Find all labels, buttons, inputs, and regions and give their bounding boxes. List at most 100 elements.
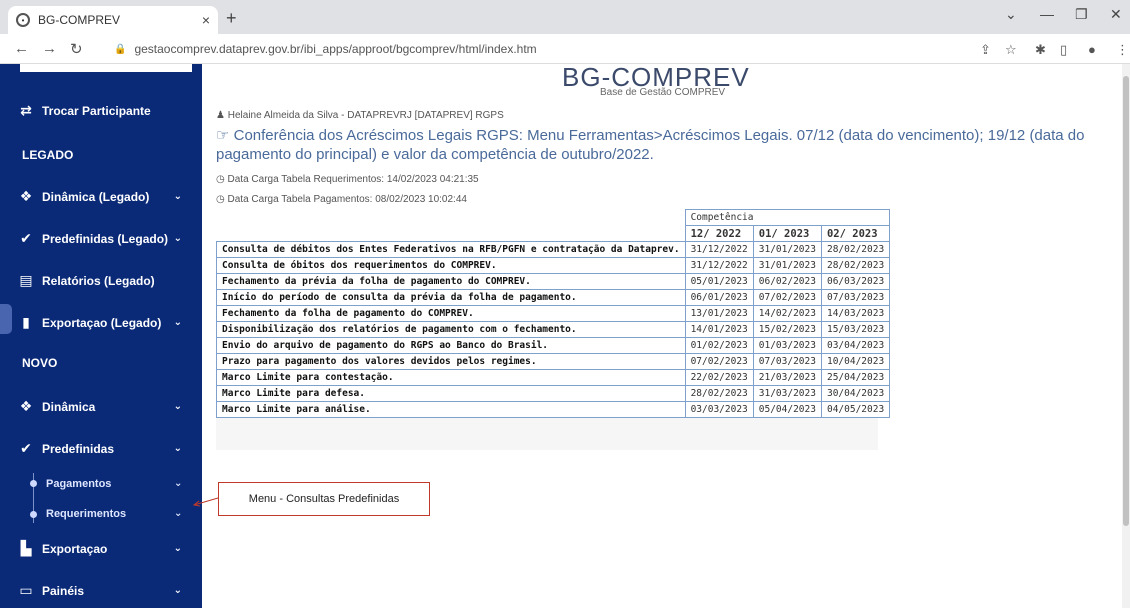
- date-cell: 31/03/2023: [752, 385, 822, 402]
- scrollbar[interactable]: [1122, 64, 1130, 608]
- sidebar-section-legado: LEGADO: [22, 148, 74, 162]
- check-icon: ✔: [20, 440, 32, 456]
- notice-text: Conferência dos Acréscimos Legais RGPS: …: [216, 127, 1085, 163]
- sidebar-item-predefinidas-legado[interactable]: ✔ Predefinidas (Legado) ⌄: [16, 230, 196, 247]
- menu-kebab-icon[interactable]: ⋮: [1116, 42, 1129, 58]
- sidebar-item-label: Predefinidas (Legado): [42, 231, 169, 246]
- browser-tab[interactable]: • BG-COMPREV ×: [8, 6, 218, 34]
- date-cell: 30/04/2023: [820, 385, 891, 402]
- extensions-icon[interactable]: ✱: [1035, 42, 1046, 58]
- row-description: Envio do arquivo de pagamento do RGPS ao…: [216, 337, 686, 354]
- date-cell: 06/03/2023: [820, 273, 891, 290]
- globe-icon: •: [16, 13, 30, 27]
- table-header-row: Competência: [217, 209, 891, 226]
- table-row: Fechamento da prévia da folha de pagamen…: [216, 273, 891, 290]
- table-row: Envio do arquivo de pagamento do RGPS ao…: [216, 337, 891, 354]
- profile-icon[interactable]: ●: [1088, 42, 1096, 57]
- date-cell: 28/02/2023: [820, 257, 891, 274]
- close-window-icon[interactable]: ✕: [1110, 6, 1122, 23]
- sidebar-item-label: Dinâmica: [42, 399, 96, 414]
- date-cell: 01/02/2023: [684, 337, 754, 354]
- month-header: 12/ 2022: [684, 225, 754, 242]
- check-icon: ✔: [20, 230, 32, 246]
- date-cell: 07/03/2023: [752, 353, 822, 370]
- chevron-down-icon: ⌄: [173, 443, 182, 454]
- new-tab-button[interactable]: +: [226, 8, 237, 29]
- user-name: Helaine Almeida da Silva - DATAPREVRJ [D…: [227, 110, 504, 121]
- sidebar-collapse-handle[interactable]: [0, 304, 12, 334]
- address-bar-row: ← → ↻ 🔒 gestaocomprev.dataprev.gov.br/ib…: [0, 34, 1130, 64]
- row-description: Marco Limite para contestação.: [216, 369, 686, 386]
- url-field[interactable]: 🔒 gestaocomprev.dataprev.gov.br/ibi_apps…: [100, 37, 1100, 61]
- user-icon: ♟: [216, 110, 228, 121]
- date-cell: 05/04/2023: [752, 401, 822, 418]
- scrollbar-thumb[interactable]: [1123, 76, 1129, 526]
- date-cell: 31/01/2023: [752, 257, 822, 274]
- chevron-down-icon: ⌄: [173, 543, 182, 554]
- sidebar-item-exportacao-legado[interactable]: ▮ Exportaçao (Legado) ⌄: [16, 314, 196, 331]
- chevron-down-icon: ⌄: [173, 233, 182, 244]
- date-cell: 10/04/2023: [820, 353, 891, 370]
- chevron-down-icon: ⌄: [173, 191, 182, 202]
- carga-pagamentos: ◷ Data Carga Tabela Pagamentos: 08/02/20…: [216, 194, 467, 205]
- chevron-down-icon[interactable]: ⌄: [1005, 6, 1017, 23]
- reload-icon[interactable]: ↻: [70, 40, 83, 58]
- sidebar-item-dinamica-legado[interactable]: ❖ Dinâmica (Legado) ⌄: [16, 188, 196, 205]
- brand-subtitle: Base de Gestão COMPREV: [600, 87, 726, 98]
- callout-box: Menu - Consultas Predefinidas: [218, 482, 430, 516]
- back-icon[interactable]: ←: [14, 40, 29, 57]
- sidebar-item-paineis[interactable]: ▭ Painéis ⌄: [16, 582, 196, 599]
- date-cell: 14/01/2023: [684, 321, 754, 338]
- table-row: Disponibilização dos relatórios de pagam…: [216, 321, 891, 338]
- date-cell: 06/01/2023: [684, 289, 754, 306]
- sidebar-item-predefinidas[interactable]: ✔ Predefinidas ⌄: [16, 440, 196, 457]
- date-cell: 07/03/2023: [820, 289, 891, 306]
- calendar-table: Competência 12/ 2022 01/ 2023 02/ 2023 C…: [216, 209, 891, 418]
- sidebar-search-field[interactable]: [20, 64, 192, 72]
- star-icon[interactable]: ☆: [1005, 42, 1017, 58]
- sidebar-item-trocar-participante[interactable]: ⇄ Trocar Participante: [16, 102, 196, 119]
- sidebar-item-dinamica[interactable]: ❖ Dinâmica ⌄: [16, 398, 196, 415]
- user-line: ♟ Helaine Almeida da Silva - DATAPREVRJ …: [216, 110, 504, 121]
- restore-icon[interactable]: ❐: [1075, 6, 1088, 23]
- chevron-down-icon: ⌄: [173, 317, 182, 328]
- close-icon[interactable]: ×: [202, 12, 210, 28]
- date-cell: 07/02/2023: [752, 289, 822, 306]
- sidebar-item-label: Exportaçao: [42, 541, 108, 556]
- date-cell: 03/04/2023: [820, 337, 891, 354]
- carga-pagamentos-text: Data Carga Tabela Pagamentos: 08/02/2023…: [227, 194, 467, 205]
- chevron-down-icon: ⌄: [174, 478, 183, 489]
- date-cell: 03/03/2023: [684, 401, 754, 418]
- file-icon: ▙: [20, 540, 32, 556]
- share-icon[interactable]: ⇪: [980, 42, 991, 58]
- main-content: BG-COMPREV Base de Gestão COMPREV ♟ Hela…: [202, 62, 1122, 608]
- carga-requerimentos: ◷ Data Carga Tabela Requerimentos: 14/02…: [216, 174, 479, 185]
- clock-icon: ◷: [216, 194, 228, 205]
- row-description: Marco Limite para análise.: [216, 401, 686, 418]
- sidebar-subitem-label: Requerimentos: [46, 508, 127, 520]
- sidebar-item-exportacao[interactable]: ▙ Exportaçao ⌄: [16, 540, 196, 557]
- date-cell: 28/02/2023: [684, 385, 754, 402]
- date-cell: 14/02/2023: [752, 305, 822, 322]
- minimize-icon[interactable]: —: [1040, 6, 1054, 22]
- sidepanel-icon[interactable]: ▯: [1060, 42, 1067, 58]
- date-cell: 15/02/2023: [752, 321, 822, 338]
- callout-arrow: [192, 497, 219, 507]
- tab-title: BG-COMPREV: [38, 13, 121, 27]
- sidebar-subitem-requerimentos[interactable]: Requerimentos ⌄: [46, 508, 182, 520]
- url-text: gestaocomprev.dataprev.gov.br/ibi_apps/a…: [134, 42, 537, 56]
- date-cell: 05/01/2023: [684, 273, 754, 290]
- forward-icon[interactable]: →: [42, 40, 57, 57]
- cubes-icon: ❖: [19, 398, 33, 414]
- row-description: Consulta de débitos dos Entes Federativo…: [216, 241, 686, 258]
- sidebar-subitem-pagamentos[interactable]: Pagamentos ⌄: [46, 478, 182, 490]
- submenu-dot: [30, 511, 37, 518]
- empty-header-cell: [217, 226, 686, 242]
- sidebar-subitem-label: Pagamentos: [46, 478, 112, 490]
- document-icon: ▤: [19, 272, 33, 288]
- table-row: Fechamento da folha de pagamento do COMP…: [216, 305, 891, 322]
- empty-header-cell: [217, 210, 686, 226]
- sidebar-item-relatorios-legado[interactable]: ▤ Relatórios (Legado): [16, 272, 196, 289]
- date-cell: 25/04/2023: [820, 369, 891, 386]
- table-row: Início do período de consulta da prévia …: [216, 289, 891, 306]
